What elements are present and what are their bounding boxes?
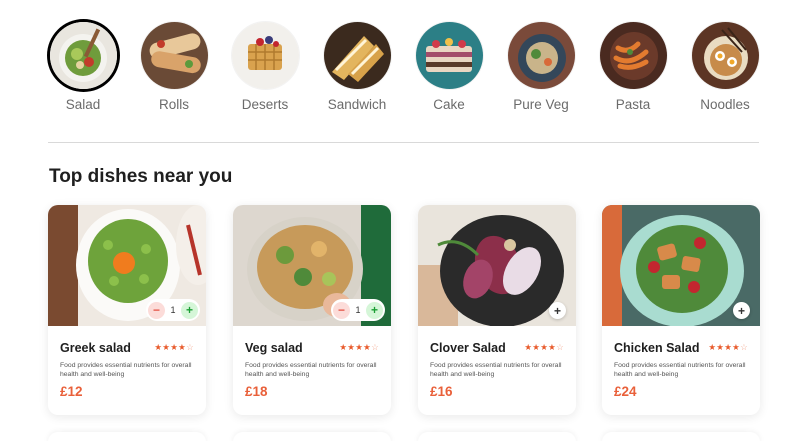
rating-stars: ★★★★☆ (154, 342, 194, 353)
quantity-value: 1 (170, 305, 176, 315)
rating-stars: ★★★★☆ (524, 342, 564, 353)
increase-button[interactable]: + (180, 301, 198, 319)
quantity-counter: − 1 + (331, 299, 385, 321)
dish-card-partial (233, 432, 391, 441)
category-label: Salad (65, 97, 101, 112)
waffle-dessert-image (231, 22, 299, 89)
category-salad[interactable]: Salad (38, 22, 128, 112)
dish-price: £24 (614, 384, 637, 399)
quantity-counter: − 1 + (146, 299, 200, 321)
category-label: Cake (433, 97, 465, 112)
category-label: Sandwich (327, 97, 387, 112)
star-icon: ★★★★ (154, 342, 187, 352)
quantity-value: 1 (355, 305, 361, 315)
category-noodles[interactable]: Noodles (680, 22, 770, 112)
clover-salad-image: + (418, 205, 576, 326)
dish-description: Food provides essential nutrients for ov… (60, 362, 192, 378)
star-icon: ★★★★ (708, 342, 741, 352)
category-rolls[interactable]: Rolls (129, 22, 219, 112)
dish-name: Clover Salad (430, 341, 506, 355)
add-button[interactable]: + (733, 302, 750, 319)
add-button[interactable]: + (549, 302, 566, 319)
category-pure-veg[interactable]: Pure Veg (496, 22, 586, 112)
category-label: Deserts (241, 97, 289, 112)
rating-stars: ★★★★☆ (339, 342, 379, 353)
category-cake[interactable]: Cake (404, 22, 494, 112)
dish-card[interactable]: + Clover Salad ★★★★☆ Food provides essen… (418, 205, 576, 415)
sandwich-image (323, 22, 391, 89)
dish-price: £16 (430, 384, 453, 399)
star-outline-icon: ☆ (556, 342, 564, 352)
noodles-image (691, 22, 759, 89)
rolls-image (140, 22, 208, 89)
star-outline-icon: ☆ (740, 342, 748, 352)
veg-plate-image (507, 22, 575, 89)
decrease-button[interactable]: − (148, 301, 165, 319)
increase-button[interactable]: + (365, 301, 383, 319)
category-label: Pure Veg (513, 97, 569, 112)
category-pasta[interactable]: Pasta (588, 22, 678, 112)
pasta-image (599, 22, 667, 89)
dish-description: Food provides essential nutrients for ov… (245, 362, 377, 378)
dish-name: Chicken Salad (614, 341, 700, 355)
dish-card[interactable]: − 1 + Greek salad ★★★★☆ Food provides es… (48, 205, 206, 415)
veg-salad-image: − 1 + (233, 205, 391, 326)
dish-price: £18 (245, 384, 268, 399)
dish-card-partial (48, 432, 206, 441)
dish-description: Food provides essential nutrients for ov… (614, 362, 746, 378)
dish-description: Food provides essential nutrients for ov… (430, 362, 562, 378)
category-label: Noodles (700, 97, 750, 112)
category-deserts[interactable]: Deserts (220, 22, 310, 112)
cake-image (415, 22, 483, 89)
category-sandwich[interactable]: Sandwich (312, 22, 402, 112)
star-icon: ★★★★ (524, 342, 557, 352)
star-outline-icon: ☆ (371, 342, 379, 352)
decrease-button[interactable]: − (333, 301, 350, 319)
dish-card-partial (602, 432, 760, 441)
rating-stars: ★★★★☆ (708, 342, 748, 353)
category-label: Pasta (615, 97, 651, 112)
dish-name: Greek salad (60, 341, 131, 355)
category-label: Rolls (158, 97, 189, 112)
dish-card[interactable]: + Chicken Salad ★★★★☆ Food provides esse… (602, 205, 760, 415)
category-menu: Salad Rolls Deserts Sandwich Cake Pure V… (48, 22, 760, 118)
dish-name: Veg salad (245, 341, 303, 355)
chicken-salad-image: + (602, 205, 760, 326)
dish-card[interactable]: − 1 + Veg salad ★★★★☆ Food provides esse… (233, 205, 391, 415)
section-divider (48, 142, 759, 143)
section-title: Top dishes near you (49, 166, 233, 187)
star-icon: ★★★★ (339, 342, 372, 352)
dish-price: £12 (60, 384, 83, 399)
greek-salad-image: − 1 + (48, 205, 206, 326)
dish-card-partial (418, 432, 576, 441)
salad-bowl-image (49, 22, 117, 89)
star-outline-icon: ☆ (186, 342, 194, 352)
